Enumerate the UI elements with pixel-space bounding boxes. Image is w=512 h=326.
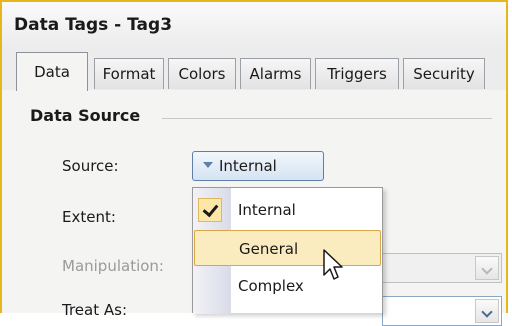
chevron-down-icon <box>203 162 213 168</box>
treat-as-label: Treat As: <box>62 301 127 319</box>
tab-data[interactable]: Data <box>16 52 88 91</box>
source-value: Internal <box>219 157 277 175</box>
tab-alarms[interactable]: Alarms <box>240 58 311 89</box>
tab-format[interactable]: Format <box>94 58 164 89</box>
tab-security[interactable]: Security <box>403 58 485 89</box>
menu-item-complex[interactable]: Complex <box>194 268 381 304</box>
chevron-down-icon[interactable] <box>475 256 499 280</box>
source-dropdown-button[interactable]: Internal <box>192 151 324 181</box>
check-icon <box>198 198 222 222</box>
tab-label: Alarms <box>249 65 302 83</box>
source-label: Source: <box>62 157 119 175</box>
menu-item-label: General <box>239 240 299 258</box>
tab-label: Data <box>34 63 70 81</box>
tab-label: Security <box>413 65 475 83</box>
manipulation-select[interactable] <box>382 253 502 283</box>
tab-label: Format <box>102 65 156 83</box>
menu-item-label: Complex <box>238 277 304 295</box>
chevron-down-icon[interactable] <box>475 299 499 323</box>
tab-label: Triggers <box>327 65 387 83</box>
window-title: Data Tags - Tag3 <box>14 15 173 35</box>
menu-item-internal[interactable]: Internal <box>194 192 381 228</box>
tab-triggers[interactable]: Triggers <box>315 58 399 89</box>
tab-label: Colors <box>178 65 226 83</box>
title-bar: Data Tags - Tag3 <box>2 2 506 48</box>
extent-label: Extent: <box>62 208 116 226</box>
menu-item-general[interactable]: General <box>194 230 381 266</box>
mouse-pointer-icon <box>323 249 343 280</box>
section-title-data-source: Data Source <box>30 106 141 125</box>
source-dropdown-menu: Internal General Complex <box>192 187 383 314</box>
section-divider <box>162 118 492 119</box>
treat-as-select[interactable] <box>382 296 502 326</box>
tab-colors[interactable]: Colors <box>168 58 236 89</box>
manipulation-label: Manipulation: <box>62 257 164 275</box>
menu-item-label: Internal <box>238 201 296 219</box>
